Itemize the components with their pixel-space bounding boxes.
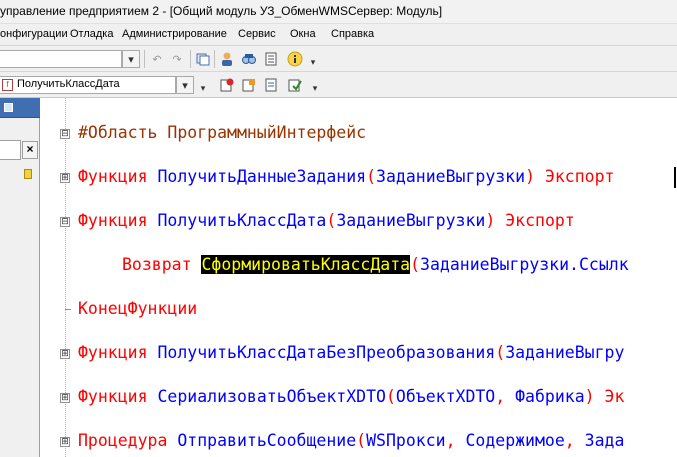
keyword: Функция — [78, 211, 148, 230]
code-line[interactable]: ⊞ Функция ПолучитьДанныеЗадания(ЗаданиеВ… — [41, 166, 677, 190]
info-icon[interactable] — [286, 50, 304, 68]
end-function-keyword: КонецФункции — [78, 299, 198, 318]
toolbar-more-icon[interactable]: ▾ — [194, 79, 212, 97]
close-paren: ) — [584, 387, 595, 406]
forward-arrow-icon[interactable]: ↷ — [168, 50, 186, 68]
open-paren: ( — [366, 167, 377, 186]
keyword: Функция — [78, 387, 148, 406]
module-properties-icon[interactable] — [240, 76, 258, 94]
toolbar-separator — [214, 50, 215, 68]
close-paren: ) — [485, 211, 496, 230]
export-keyword: Эк — [604, 387, 625, 406]
export-keyword: Экспорт — [505, 211, 575, 230]
menu-administration[interactable]: Администрирование — [122, 28, 227, 40]
parameter: ОбъектXDTO — [395, 387, 496, 406]
keyword: Функция — [78, 343, 148, 362]
keyword: Функция — [78, 167, 148, 186]
method-icon: f — [2, 79, 13, 91]
menu-windows[interactable]: Окна — [290, 28, 316, 40]
code-line[interactable]: КонецФункции — [41, 298, 677, 322]
menu-help[interactable]: Справка — [331, 28, 374, 40]
function-name: ПолучитьКлассДатаБезПреобразования — [157, 343, 496, 362]
return-keyword: Возврат — [122, 255, 192, 274]
open-paren: ( — [410, 255, 421, 274]
parameter: ЗаданиеВыгрузки — [336, 211, 486, 230]
panel-header — [0, 98, 40, 118]
toolbar-main: ▾ ↶ ↷ ▾ — [0, 46, 677, 72]
window-title: управление предприятием 2 - [Общий модул… — [0, 4, 443, 18]
function-name: ПолучитьКлассДата — [157, 211, 327, 230]
code-line[interactable]: ⊟ Функция ПолучитьКлассДата(ЗаданиеВыгру… — [41, 210, 677, 234]
parameter: ЗаданиеВыгрузки — [376, 167, 526, 186]
code-line[interactable]: ⊞ Процедура ОтправитьСообщение(WSПрокси,… — [41, 430, 677, 454]
parameter: Фабрика — [515, 387, 585, 406]
parameter: Зада — [584, 431, 625, 450]
keyword: Процедура — [78, 431, 168, 450]
menu-debug[interactable]: Отладка — [70, 28, 113, 40]
method-selector-value: ПолучитьКлассДата — [17, 78, 120, 90]
panel-header-icon — [4, 103, 13, 112]
combo-dropdown-icon[interactable]: ▾ — [122, 50, 140, 68]
toolbar-separator — [144, 50, 145, 68]
toolbar-combo[interactable] — [0, 50, 122, 68]
method-dropdown-icon[interactable]: ▾ — [176, 76, 194, 94]
function-name: ПолучитьДанныеЗадания — [157, 167, 367, 186]
procedure-name: ОтправитьСообщение — [177, 431, 357, 450]
toolbar-module: f ПолучитьКлассДата ▾ ▾ ▾ — [0, 72, 677, 98]
collapse-icon[interactable]: ⊟ — [60, 217, 70, 227]
module-list-icon[interactable] — [262, 76, 280, 94]
expand-icon[interactable]: ⊞ — [60, 393, 70, 403]
title-bar: управление предприятием 2 - [Общий модул… — [0, 0, 677, 24]
module-icon — [24, 169, 32, 179]
open-paren: ( — [495, 343, 506, 362]
code-editor[interactable]: ⊟ #Область ПрограммныйИнтерфейс ⊞ Функци… — [41, 98, 677, 457]
open-paren: ( — [385, 387, 396, 406]
toolbar-separator — [190, 50, 191, 68]
code-line[interactable]: ⊞ Функция СериализоватьОбъектXDTO(Объект… — [41, 386, 677, 410]
export-keyword: Экспорт — [544, 167, 615, 186]
expand-icon[interactable]: ⊞ — [60, 173, 70, 183]
code-line[interactable]: Возврат СформироватьКлассДата(ЗаданиеВыг… — [41, 254, 677, 278]
menu-service[interactable]: Сервис — [238, 28, 276, 40]
windows-icon[interactable] — [194, 50, 212, 68]
toolbar-more-icon[interactable]: ▾ — [306, 79, 324, 97]
panel-close-icon[interactable]: × — [22, 141, 38, 159]
highlighted-identifier: СформироватьКлассДата — [201, 255, 411, 274]
toolbar-more-icon[interactable]: ▾ — [304, 53, 322, 71]
text-caret — [674, 167, 676, 188]
close-paren: ) — [525, 167, 535, 186]
argument: ЗаданиеВыгрузки.Ссылк — [420, 255, 629, 274]
open-paren: ( — [326, 211, 337, 230]
add-breakpoint-icon[interactable] — [218, 76, 236, 94]
back-arrow-icon[interactable]: ↶ — [148, 50, 166, 68]
method-selector[interactable]: f ПолучитьКлассДата — [0, 76, 176, 94]
region-directive: #Область ПрограммныйИнтерфейс — [78, 123, 367, 142]
left-panel: × — [0, 98, 40, 457]
expand-icon[interactable]: ⊞ — [60, 349, 70, 359]
syntax-check-icon[interactable] — [286, 76, 304, 94]
search-binoculars-icon[interactable] — [240, 50, 258, 68]
collapse-icon[interactable]: ⊟ — [60, 129, 70, 139]
fold-end-marker — [65, 309, 71, 310]
parameter: Содержимое — [465, 431, 565, 450]
comma: , — [564, 431, 575, 450]
menu-configuration[interactable]: онфигурации — [0, 28, 68, 40]
expand-icon[interactable]: ⊞ — [60, 437, 70, 447]
open-paren: ( — [356, 431, 367, 450]
code-line[interactable]: ⊞ Функция ПолучитьКлассДатаБезПреобразов… — [41, 342, 677, 366]
panel-search-input[interactable] — [0, 140, 21, 160]
comma: , — [495, 387, 506, 406]
comma: , — [445, 431, 456, 450]
parameter: ЗаданиеВыгру — [505, 343, 625, 362]
parameter: WSПрокси — [366, 431, 446, 450]
code-line[interactable]: ⊟ #Область ПрограммныйИнтерфейс — [41, 122, 677, 146]
function-name: СериализоватьОбъектXDTO — [157, 387, 386, 406]
menu-bar: онфигурации Отладка Администрирование Се… — [0, 24, 677, 46]
document-list-icon[interactable] — [262, 50, 280, 68]
panel-search: × — [0, 140, 40, 160]
assistant-icon[interactable] — [218, 50, 236, 68]
